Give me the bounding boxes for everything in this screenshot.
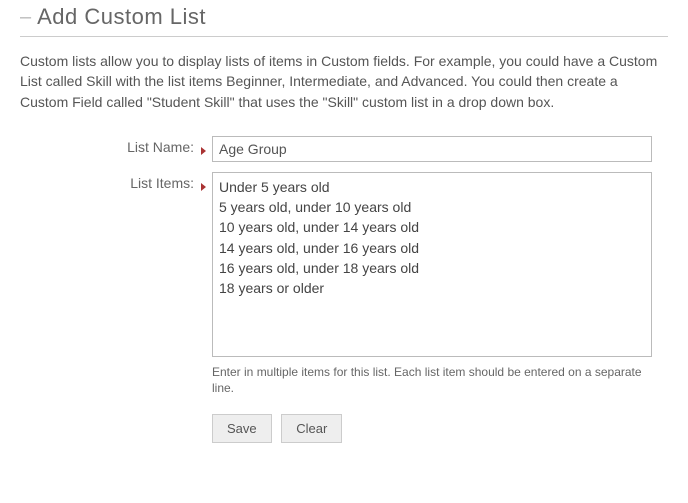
required-icon [201, 183, 206, 191]
list-name-label: List Name: [20, 136, 200, 155]
row-list-name: List Name: [20, 136, 668, 162]
button-row: Save Clear [20, 414, 668, 443]
row-list-items: List Items: Enter in multiple items for … [20, 172, 668, 396]
page-title: Add Custom List [37, 4, 206, 30]
list-items-label: List Items: [20, 172, 200, 191]
save-button[interactable]: Save [212, 414, 272, 443]
page-header: – Add Custom List [20, 0, 668, 37]
list-items-textarea[interactable] [212, 172, 652, 357]
required-icon [201, 147, 206, 155]
list-items-hint: Enter in multiple items for this list. E… [212, 364, 652, 396]
list-name-input[interactable] [212, 136, 652, 162]
intro-text: Custom lists allow you to display lists … [20, 51, 668, 112]
collapse-icon: – [20, 6, 31, 29]
clear-button[interactable]: Clear [281, 414, 342, 443]
